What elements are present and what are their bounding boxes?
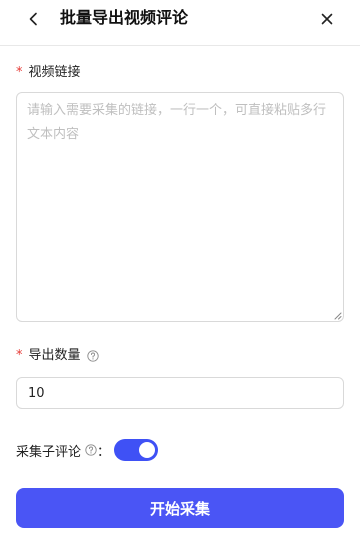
resize-grip-icon[interactable] xyxy=(333,311,342,320)
close-icon xyxy=(321,13,333,25)
export-count-label-text: 导出数量 xyxy=(28,348,81,363)
back-button[interactable] xyxy=(20,7,48,31)
video-links-label: * 视频链接 xyxy=(16,64,81,82)
required-mark: * xyxy=(16,348,23,363)
colon: ： xyxy=(97,444,111,460)
chevron-left-icon xyxy=(29,12,37,26)
collect-replies-row: 采集子评论 ： xyxy=(16,439,159,461)
video-links-textarea[interactable] xyxy=(16,92,344,322)
export-count-input[interactable] xyxy=(16,377,344,409)
header: 批量导出视频评论 xyxy=(0,0,360,46)
start-collect-button[interactable]: 开始采集 xyxy=(16,488,344,528)
required-mark: * xyxy=(16,65,23,80)
export-count-label: * 导出数量 xyxy=(16,347,99,365)
close-button[interactable] xyxy=(314,6,340,32)
video-links-label-text: 视频链接 xyxy=(28,65,81,80)
question-circle-icon[interactable] xyxy=(86,350,99,362)
question-circle-icon[interactable] xyxy=(85,444,97,456)
collect-replies-toggle[interactable] xyxy=(114,439,159,461)
page-title: 批量导出视频评论 xyxy=(60,8,189,27)
collect-replies-label: 采集子评论 xyxy=(16,444,82,460)
toggle-knob xyxy=(139,442,156,458)
